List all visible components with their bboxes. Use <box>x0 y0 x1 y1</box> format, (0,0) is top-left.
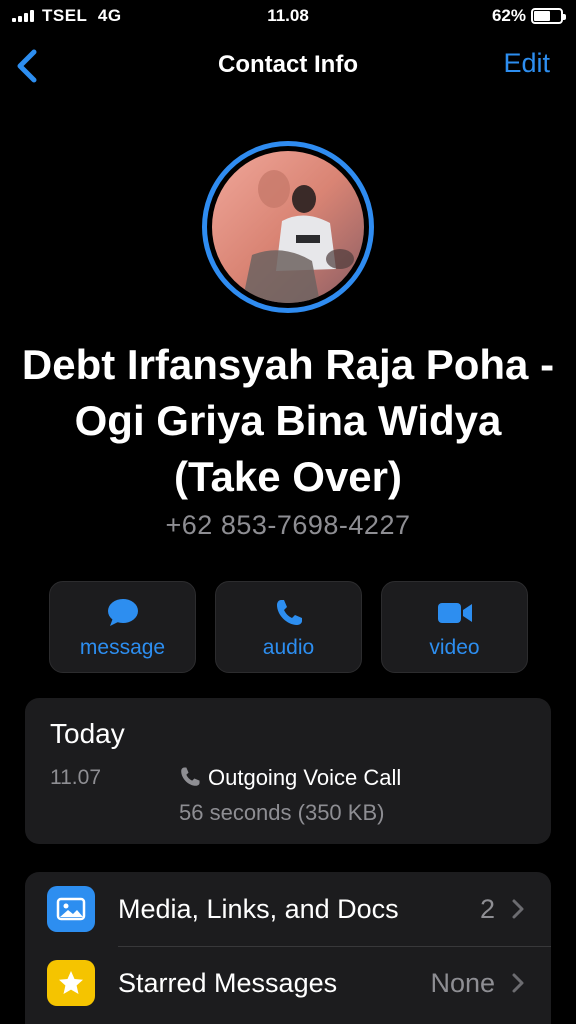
status-time: 11.08 <box>267 6 309 25</box>
edit-button[interactable]: Edit <box>503 48 550 79</box>
chevron-right-icon <box>512 973 524 993</box>
call-day: Today <box>50 718 125 749</box>
contact-photo <box>212 151 364 303</box>
video-label: video <box>429 636 480 659</box>
contact-phone: +62 853-7698-4227 <box>165 510 411 540</box>
quick-actions: message audio video <box>49 581 528 673</box>
list-item-label: Starred Messages <box>118 967 338 998</box>
video-camera-icon <box>437 598 473 628</box>
navigation-bar: Contact Info Edit <box>0 40 576 90</box>
message-bubble-icon <box>107 598 139 628</box>
star-icon <box>47 960 95 1006</box>
status-bar: TSEL 4G 11.08 62% <box>0 0 576 32</box>
call-type: Outgoing Voice Call <box>208 765 402 790</box>
contact-name: Debt Irfansyah Raja Poha - Ogi Griya Bin… <box>21 341 555 500</box>
battery-percent: 62% <box>491 6 526 25</box>
list-item-media-links-docs[interactable]: Media, Links, and Docs 2 <box>25 872 551 946</box>
contact-options-list: Media, Links, and Docs 2 Starred Message… <box>25 872 551 1024</box>
page-title: Contact Info <box>218 51 358 78</box>
list-item-label: Media, Links, and Docs <box>118 893 399 924</box>
chevron-right-icon <box>512 899 524 919</box>
message-label: message <box>79 636 166 659</box>
list-item-value: None <box>430 967 495 998</box>
video-call-button[interactable]: video <box>381 581 528 673</box>
avatar[interactable] <box>202 141 374 313</box>
audio-call-button[interactable]: audio <box>215 581 362 673</box>
message-button[interactable]: message <box>49 581 196 673</box>
battery-level <box>534 11 551 21</box>
call-detail: 56 seconds (350 KB) <box>179 800 385 825</box>
photo-icon <box>47 886 95 932</box>
battery-icon <box>531 8 566 24</box>
phone-icon <box>181 767 200 786</box>
audio-label: audio <box>262 636 315 659</box>
phone-icon <box>274 598 304 628</box>
call-history-card: Today 11.07 Outgoing Voice Call 56 secon… <box>25 698 551 844</box>
list-item-count: 2 <box>479 893 495 924</box>
call-time: 11.07 <box>50 766 101 789</box>
list-item-starred-messages[interactable]: Starred Messages None <box>25 946 551 1020</box>
